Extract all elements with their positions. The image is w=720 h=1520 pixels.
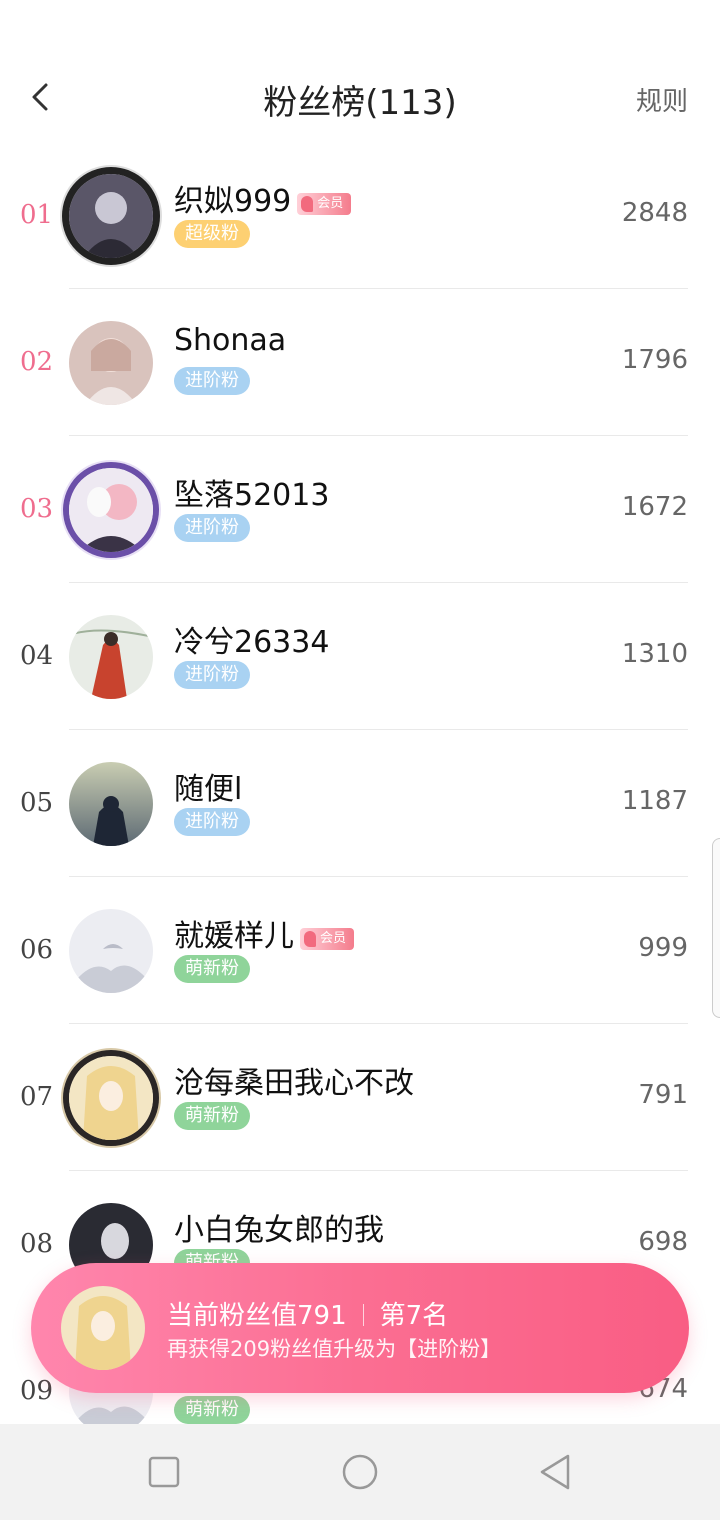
fan-level-badge: 萌新粉 [174, 1396, 250, 1424]
avatar [69, 468, 153, 552]
fan-score: 999 [638, 933, 688, 963]
avatar [69, 1056, 153, 1140]
avatar [69, 321, 153, 405]
rules-link[interactable]: 规则 [636, 81, 688, 118]
my-avatar [61, 1286, 145, 1370]
rank-number: 09 [20, 1376, 54, 1406]
rank-number: 06 [20, 935, 54, 965]
fan-row[interactable]: 04 冷兮26334 进阶粉 1310 [0, 583, 720, 730]
fan-score: 1187 [621, 786, 688, 816]
recent-apps-button[interactable] [144, 1452, 184, 1492]
nav-back-button[interactable] [536, 1452, 576, 1492]
fan-level-badge: 萌新粉 [174, 1102, 250, 1130]
separator [362, 1304, 364, 1326]
triangle-back-icon [540, 1454, 570, 1490]
my-fan-status: 当前粉丝值791 第7名 [167, 1295, 448, 1332]
fan-row[interactable]: 01 织姒999 会员 超级粉 2848 [0, 142, 720, 289]
fan-level-badge: 进阶粉 [174, 661, 250, 689]
fan-score: 2848 [621, 198, 688, 228]
my-fan-summary-card[interactable]: 当前粉丝值791 第7名 再获得209粉丝值升级为【进阶粉】 [31, 1263, 689, 1393]
avatar [69, 909, 153, 993]
fan-name: 就媛样儿 会员 [174, 911, 355, 955]
fan-row[interactable]: 02 Shonaa 进阶粉 1796 [0, 289, 720, 436]
vip-badge: 会员 [297, 193, 352, 215]
fan-row[interactable]: 03 坠落52013 进阶粉 1672 [0, 436, 720, 583]
fan-score: 791 [638, 1080, 688, 1110]
rank-number: 03 [20, 494, 54, 524]
fan-score: 1310 [621, 639, 688, 669]
fan-name: 小白兔女郎的我 [174, 1213, 384, 1248]
upgrade-hint: 再获得209粉丝值升级为【进阶粉】 [167, 1337, 502, 1361]
avatar [69, 762, 153, 846]
fan-name: 沧每桑田我心不改 [174, 1066, 414, 1101]
rank-number: 02 [20, 347, 54, 377]
rank-number: 07 [20, 1082, 54, 1112]
rank-number: 08 [20, 1229, 54, 1259]
fan-row[interactable]: 07 沧每桑田我心不改 萌新粉 791 [0, 1024, 720, 1171]
fan-name: 随便l [174, 772, 243, 807]
page-title: 粉丝榜(113) [263, 83, 457, 123]
fan-score: 1672 [621, 492, 688, 522]
avatar [69, 174, 153, 258]
fan-level-badge: 萌新粉 [174, 955, 250, 983]
fan-name: 冷兮26334 [174, 625, 330, 660]
fan-score: 1796 [621, 345, 688, 375]
fan-level-badge: 超级粉 [174, 220, 250, 248]
fan-level-badge: 进阶粉 [174, 514, 250, 542]
rank-number: 01 [20, 200, 54, 230]
edge-panel-handle[interactable] [712, 838, 720, 1018]
square-icon [148, 1456, 180, 1488]
my-rank: 第7名 [379, 1301, 449, 1331]
fan-name: 织姒999 会员 [174, 176, 352, 220]
vip-badge: 会员 [300, 928, 355, 950]
avatar [69, 615, 153, 699]
fan-level-badge: 进阶粉 [174, 808, 250, 836]
fan-level-badge: 进阶粉 [174, 367, 250, 395]
fan-name: 坠落52013 [174, 478, 330, 513]
system-nav-bar [0, 1424, 720, 1520]
fan-name: Shonaa [174, 323, 287, 358]
fan-row[interactable]: 05 随便l 进阶粉 1187 [0, 730, 720, 877]
current-fan-value: 当前粉丝值791 [167, 1301, 347, 1331]
header-bar: 粉丝榜(113) 规则 [0, 55, 720, 140]
fan-ranking-screen: 粉丝榜(113) 规则 01 织姒999 会员 超级粉 2848 02 Shona… [0, 0, 720, 1520]
fan-score: 698 [638, 1227, 688, 1257]
rank-number: 05 [20, 788, 54, 818]
rank-number: 04 [20, 641, 54, 671]
fan-row[interactable]: 06 就媛样儿 会员 萌新粉 999 [0, 877, 720, 1024]
home-button[interactable] [340, 1452, 380, 1492]
circle-icon [342, 1454, 378, 1490]
